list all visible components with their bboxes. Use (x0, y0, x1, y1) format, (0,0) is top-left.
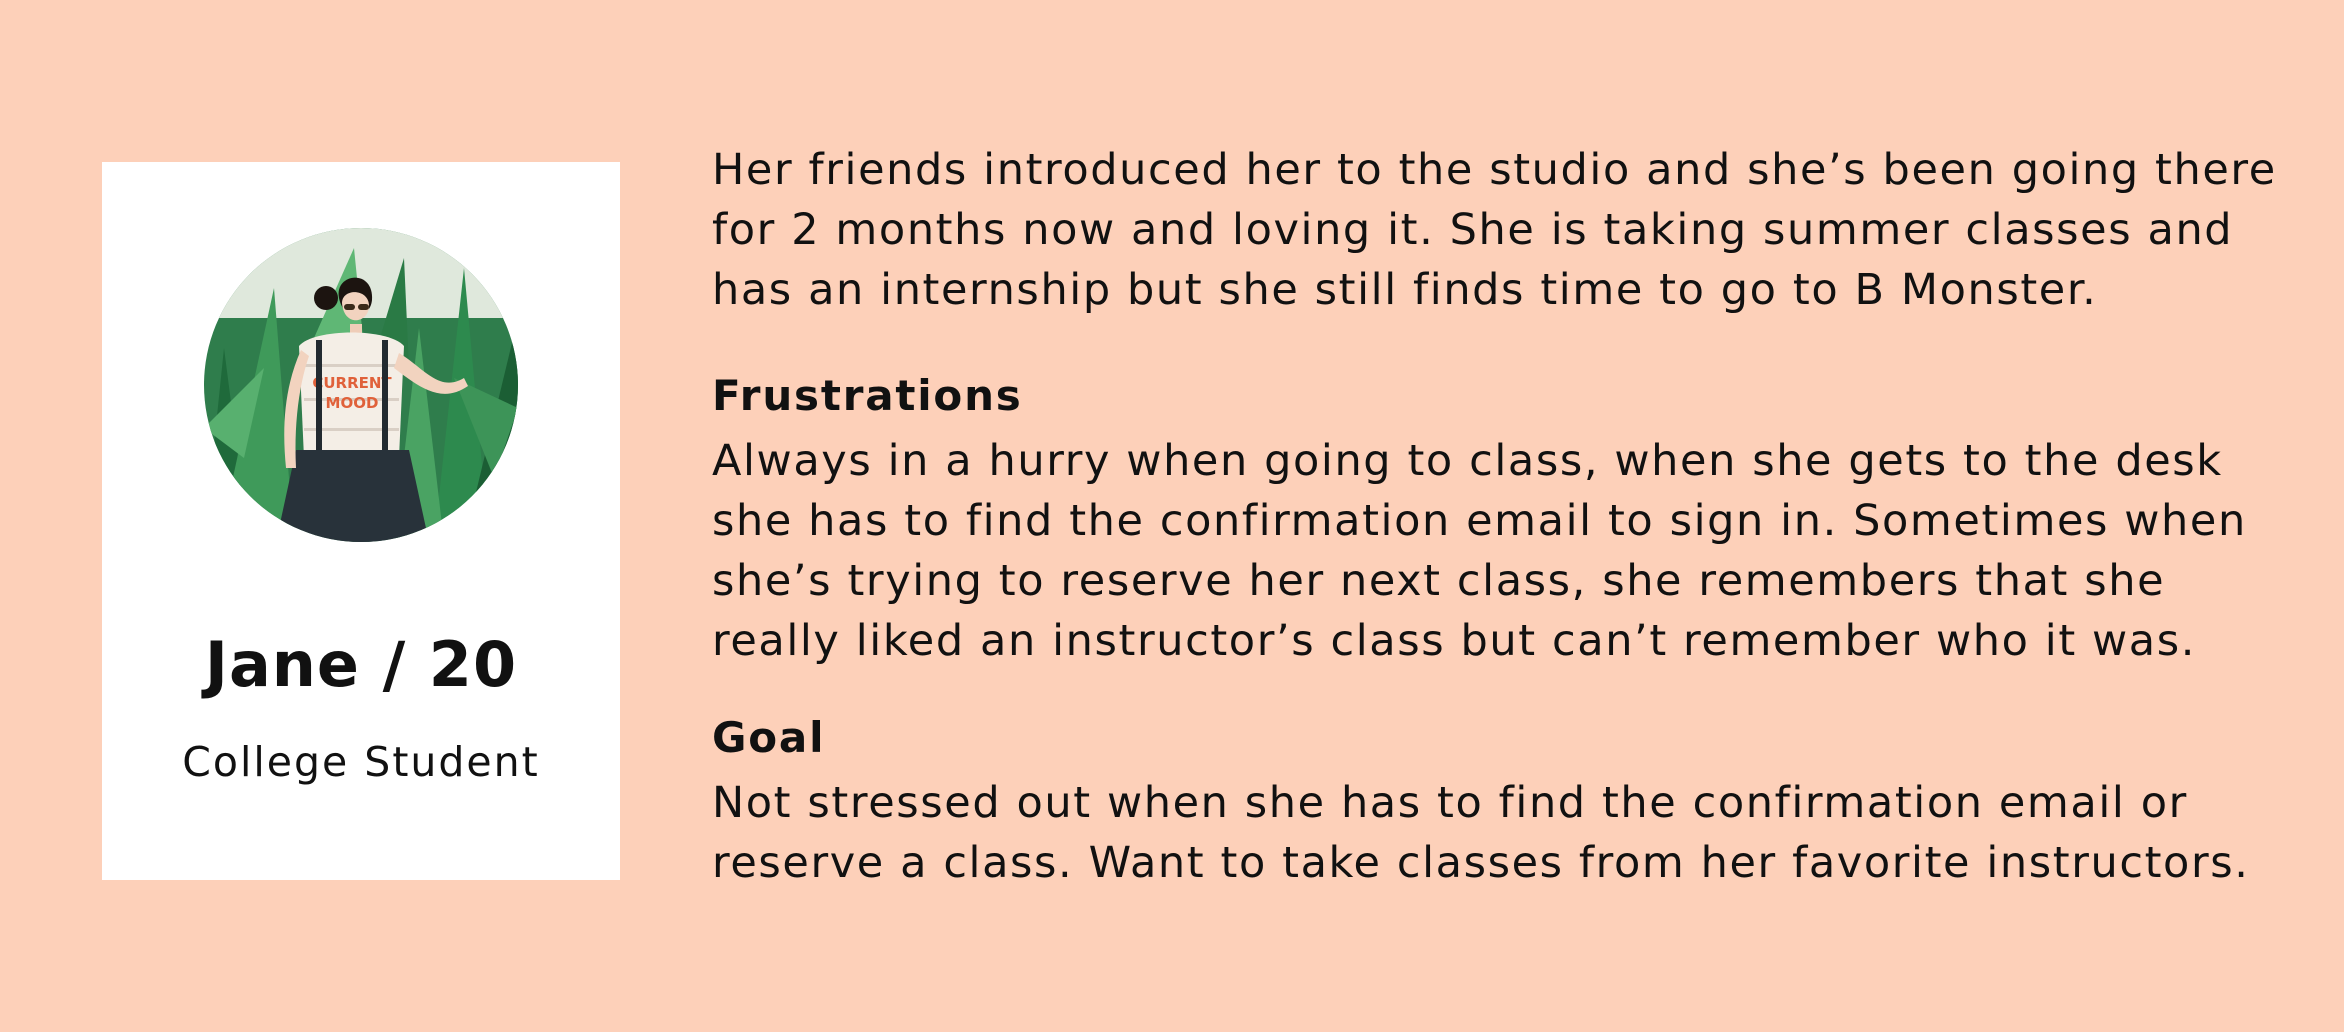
goal-line: Not stressed out when she has to find th… (712, 778, 2188, 828)
frustrations-heading: Frustrations (712, 371, 1023, 420)
frustrations-line: really liked an instructor’s class but c… (712, 616, 2197, 666)
goal-heading: Goal (712, 713, 826, 762)
persona-name: Jane / 20 (204, 628, 518, 701)
goal-line: reserve a class. Want to take classes fr… (712, 838, 2250, 888)
persona-role: College Student (182, 738, 540, 786)
intro-line: has an internship but she still finds ti… (712, 265, 2098, 315)
intro-line: for 2 months now and loving it. She is t… (712, 205, 2234, 255)
goal-paragraph: Not stressed out when she has to find th… (712, 773, 2250, 893)
persona-details: Her friends introduced her to the studio… (712, 0, 2275, 1032)
intro-paragraph: Her friends introduced her to the studio… (712, 140, 2277, 320)
persona-card: CURRENT MOOD Jane / 20 College Student (102, 162, 620, 880)
intro-line: Her friends introduced her to the studio… (712, 145, 2277, 195)
frustrations-line: she has to find the confirmation email t… (712, 496, 2247, 546)
shirt-text-2: MOOD (326, 394, 379, 412)
frustrations-paragraph: Always in a hurry when going to class, w… (712, 431, 2247, 671)
frustrations-line: she’s trying to reserve her next class, … (712, 556, 2166, 606)
avatar: CURRENT MOOD (204, 228, 518, 542)
shirt-text-1: CURRENT (312, 374, 392, 392)
portrait-photo: CURRENT MOOD (204, 228, 518, 542)
frustrations-line: Always in a hurry when going to class, w… (712, 436, 2223, 486)
